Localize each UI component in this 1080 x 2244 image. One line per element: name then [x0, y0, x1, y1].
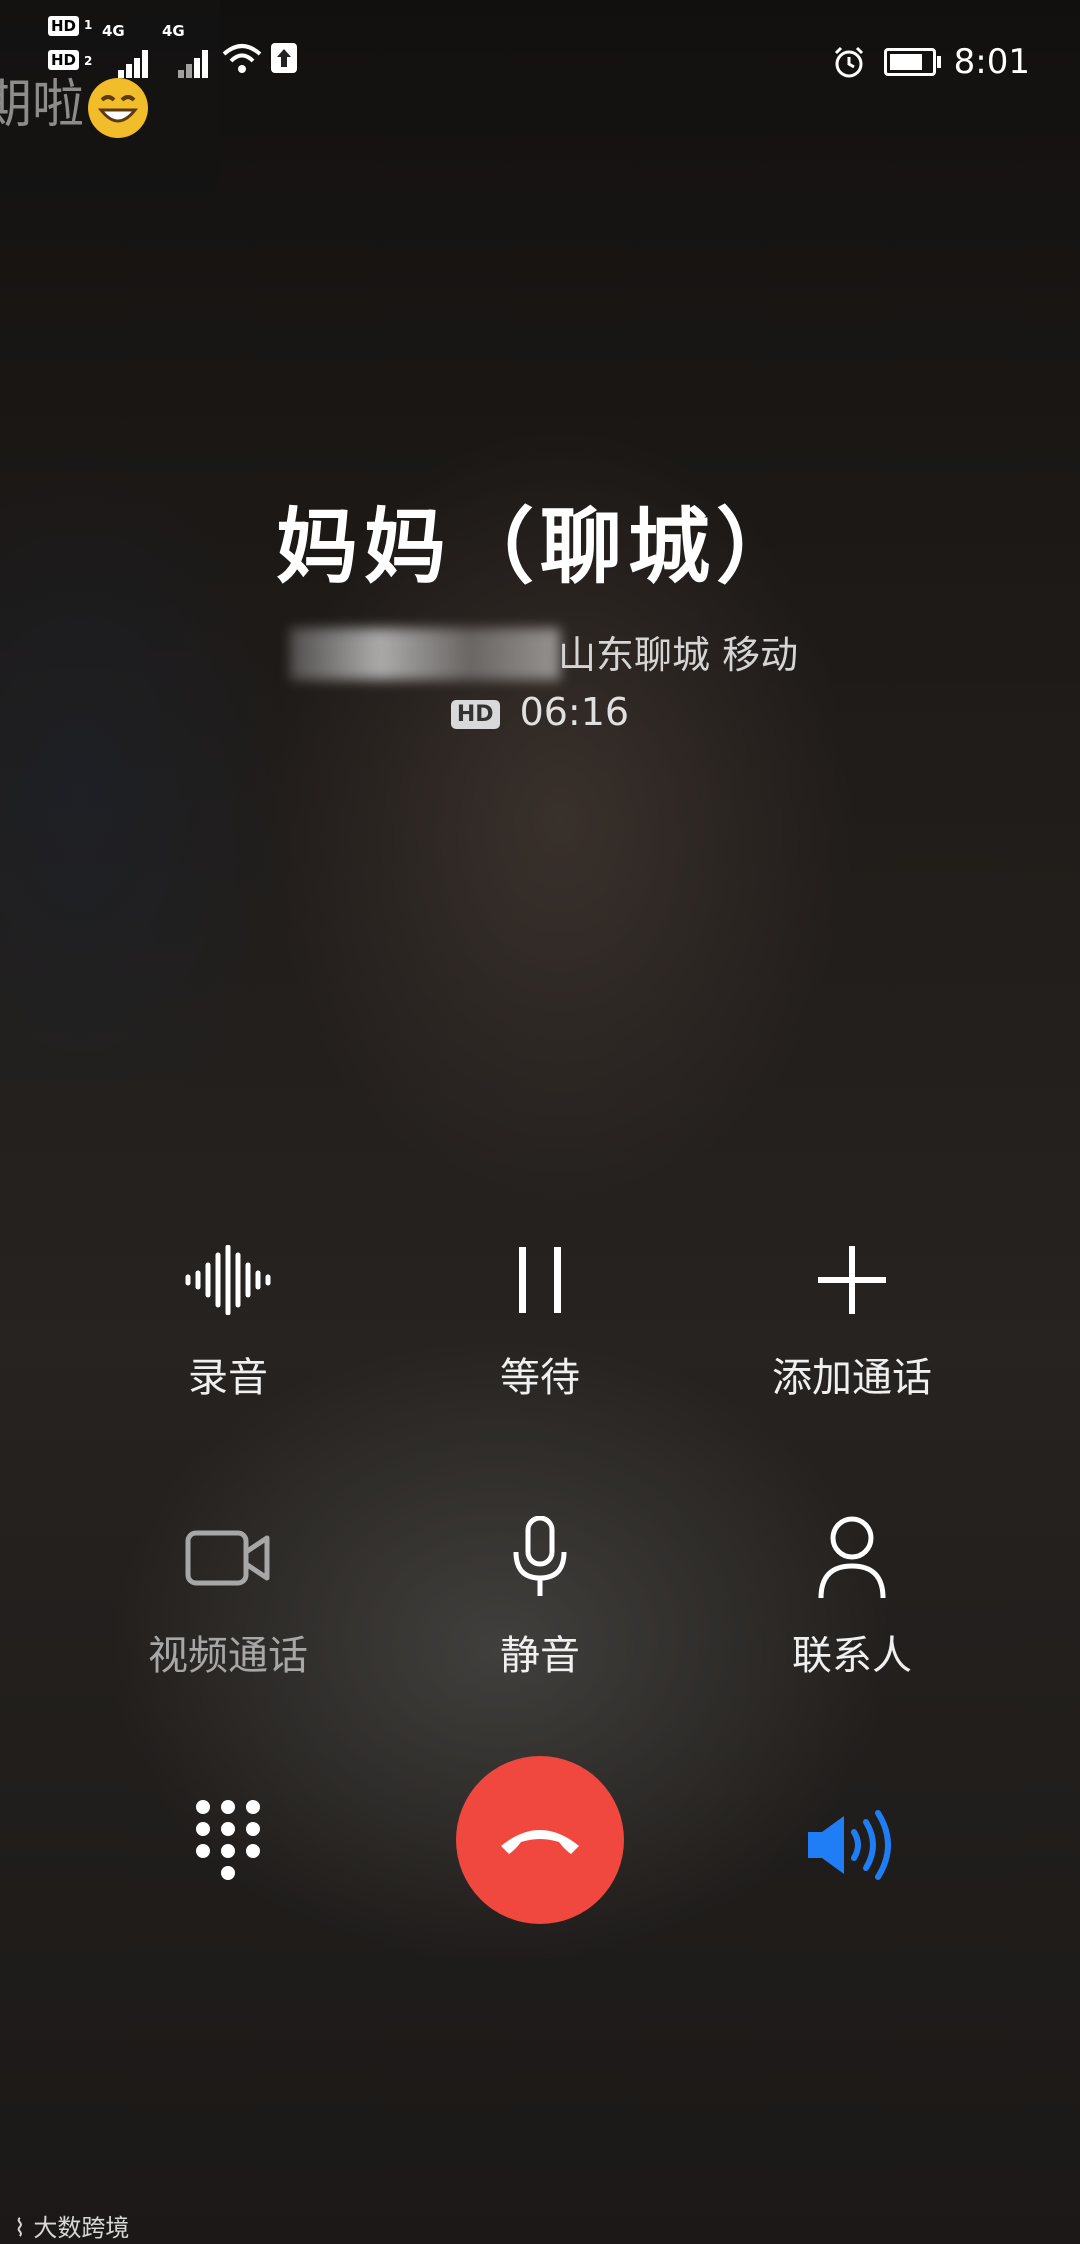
sim1-signal-icon [118, 46, 154, 78]
sim2-network-label: 4G [162, 22, 185, 40]
speaker-icon [808, 1810, 891, 1880]
alarm-icon [834, 46, 863, 78]
hd-voice-badge: HD [450, 700, 500, 729]
status-bar: HD 1 HD 2 4G 4G 8:01 [0, 16, 1080, 90]
status-time: 8:01 [953, 42, 1030, 82]
plus-icon [702, 1225, 1002, 1335]
sim1-network-label: 4G [102, 22, 125, 40]
record-waveform-icon [78, 1225, 378, 1335]
mute-button[interactable]: 静音 [390, 1503, 690, 1681]
dialpad-icon[interactable] [196, 1800, 260, 1884]
contacts-label: 联系人 [792, 1633, 912, 1679]
battery-icon [883, 48, 941, 76]
redacted-phone-number [290, 628, 560, 680]
hold-button[interactable]: 等待 [390, 1225, 690, 1403]
watermark-logo-icon: ⌇ [14, 2214, 26, 2242]
microphone-icon [390, 1503, 690, 1613]
caller-location-carrier: 山东聊城 移动 [558, 633, 799, 677]
sim2-hd-badge: HD [48, 50, 80, 70]
call-duration: 06:16 [519, 690, 630, 734]
add-call-label: 添加通话 [772, 1355, 932, 1401]
sim2-index: 2 [84, 54, 93, 68]
mute-label: 静音 [500, 1633, 580, 1679]
upload-icon [271, 43, 297, 73]
call-timer: HD 06:16 [0, 690, 1080, 734]
record-button[interactable]: 录音 [78, 1225, 378, 1403]
video-call-label: 视频通话 [148, 1633, 308, 1679]
record-label: 录音 [188, 1355, 268, 1401]
watermark: ⌇ 大数跨境 [14, 2208, 129, 2243]
video-camera-icon [78, 1503, 378, 1613]
person-icon [702, 1503, 1002, 1613]
watermark-text: 大数跨境 [33, 2214, 130, 2242]
contacts-button[interactable]: 联系人 [702, 1503, 1002, 1681]
hang-up-phone-icon [501, 1830, 579, 1854]
add-call-button[interactable]: 添加通话 [702, 1225, 1002, 1403]
pause-icon [390, 1225, 690, 1335]
sim1-index: 1 [84, 18, 93, 32]
caller-number-line: 山东聊城 移动 [0, 620, 1080, 680]
wifi-icon [222, 44, 262, 73]
sim1-hd-badge: HD [48, 16, 80, 36]
end-call-button[interactable] [456, 1756, 624, 1924]
caller-name: 妈妈（聊城） [275, 500, 804, 595]
sim2-signal-icon [178, 46, 214, 78]
video-call-button[interactable]: 视频通话 [78, 1503, 378, 1681]
hold-label: 等待 [500, 1355, 580, 1401]
speaker-button[interactable] [800, 1810, 900, 1880]
